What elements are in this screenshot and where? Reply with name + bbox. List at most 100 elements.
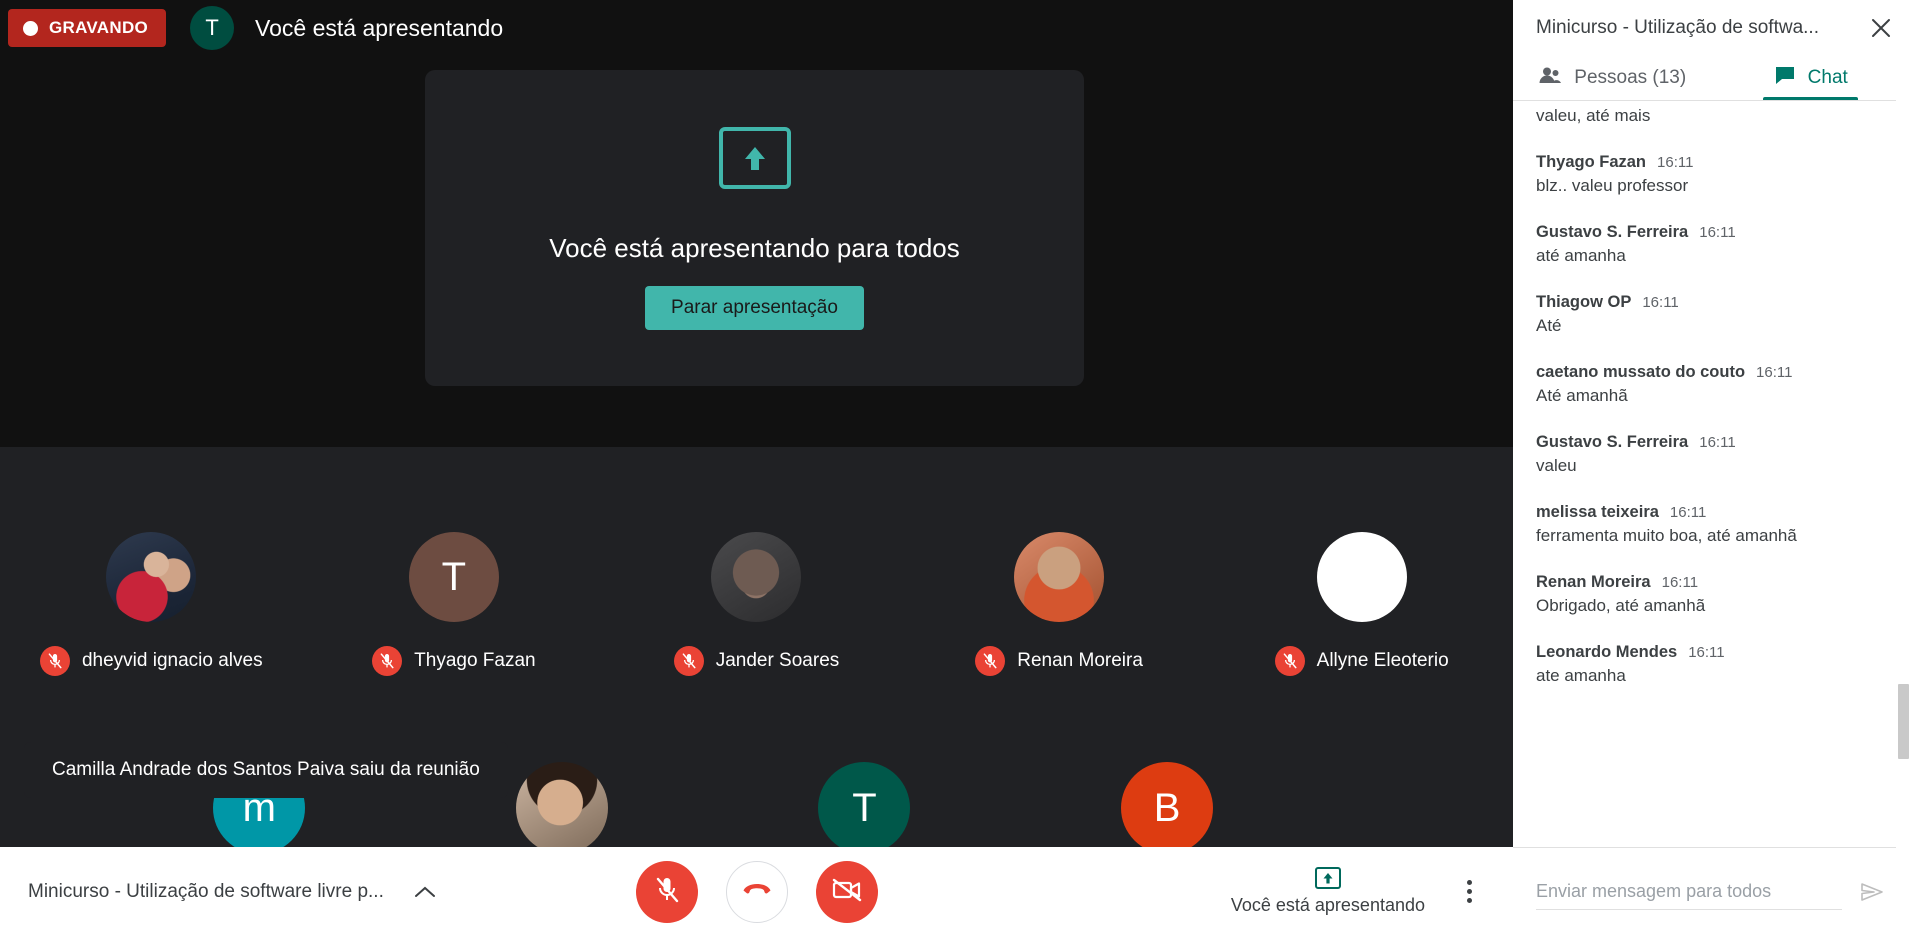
chat-message-header: Thyago Fazan 16:11	[1536, 153, 1888, 172]
chat-message-author: Gustavo S. Ferreira	[1536, 222, 1689, 241]
avatar: T	[190, 6, 235, 50]
chat-message: melissa teixeira 16:11 ferramenta muito bo…	[1536, 503, 1888, 548]
tab-chat[interactable]: Chat	[1712, 56, 1910, 100]
participant-name-row: dheyvid ignacio alves	[39, 646, 263, 676]
chat-message-author: caetano mussato do couto	[1536, 362, 1746, 381]
chat-message-header: caetano mussato do couto 16:11	[1536, 363, 1888, 382]
chat-input[interactable]	[1536, 874, 1842, 910]
participant-avatar: T	[818, 762, 911, 854]
participant-name: dheyvid ignacio alves	[81, 650, 263, 671]
participant-name-row: Thyago Fazan	[372, 646, 536, 676]
chat-message-time: 16:11	[1699, 433, 1736, 451]
meeting-app: GRAVANDO T Você está apresentando Você e…	[0, 0, 1910, 936]
hangup-icon	[742, 881, 772, 902]
chat-message-body: ferramenta muito boa, até amanhã	[1536, 525, 1797, 545]
close-icon[interactable]	[1862, 9, 1900, 47]
chat-message-time: 16:11	[1669, 503, 1707, 521]
chat-message: caetano mussato do couto 16:11 Até amanhã	[1536, 363, 1888, 408]
present-screen-icon	[718, 126, 791, 189]
chat-message-author: Thyago Fazan	[1536, 152, 1647, 171]
chat-message-header: Gustavo S. Ferreira 16:11	[1536, 223, 1888, 242]
chat-message-body: até amanha	[1536, 245, 1626, 265]
chevron-up-icon[interactable]	[410, 877, 440, 907]
chat-message-author: melissa teixeira	[1536, 502, 1659, 521]
stop-presenting-button[interactable]: Parar apresentação	[645, 285, 864, 330]
participant-name-row: Renan Moreira	[975, 646, 1143, 676]
chat-message-body: Obrigado, até amanhã	[1536, 595, 1706, 615]
chat-message-body: Até amanhã	[1536, 385, 1628, 405]
mic-off-button[interactable]	[635, 860, 698, 923]
meeting-name-group: Minicurso - Utilização de software livre…	[0, 877, 520, 907]
tab-people[interactable]: Pessoas (13)	[1513, 56, 1712, 100]
chat-message-list[interactable]: valeu, até mais Thyago Fazan 16:11 blz.. va…	[1513, 101, 1910, 847]
chat-message-header: Leonardo Mendes 16:11	[1536, 643, 1888, 662]
camera-off-icon	[831, 877, 863, 906]
chat-message-header: Renan Moreira 16:11	[1536, 573, 1888, 592]
hangup-button[interactable]	[725, 860, 788, 923]
presentation-headline: Você está apresentando para todos	[549, 232, 960, 263]
chat-message-header: Thiagow OP 16:11	[1536, 293, 1888, 312]
chat-message-time: 16:11	[1642, 293, 1679, 311]
chat-message-time: 16:11	[1699, 223, 1736, 241]
chat-message-time: 16:11	[1756, 363, 1793, 381]
presenting-status-label: Você está apresentando	[1230, 895, 1425, 915]
recording-indicator[interactable]: GRAVANDO	[8, 9, 167, 47]
participant-photo	[1014, 532, 1105, 622]
chat-message-time: 16:11	[1688, 643, 1725, 661]
camera-off-button[interactable]	[815, 860, 878, 923]
chat-message-body: ate amanha	[1536, 665, 1626, 685]
mic-off-icon	[372, 646, 403, 676]
toast-message: Camilla Andrade dos Santos Paiva saiu da…	[52, 759, 480, 780]
record-dot-icon	[23, 20, 38, 36]
panel-header: Minicurso - Utilização de softwa...	[1513, 0, 1910, 56]
panel-scrollbar[interactable]	[1896, 56, 1910, 851]
participant-name-row: Allyne Eleoterio	[1274, 646, 1449, 676]
presenting-status-button[interactable]: Você está apresentando	[1231, 867, 1425, 916]
participant-tile[interactable]: Jander Soares	[605, 532, 908, 676]
kebab-dot	[1466, 889, 1472, 894]
side-panel: Minicurso - Utilização de softwa... Pess…	[1513, 0, 1910, 936]
chat-message-author: Renan Moreira	[1536, 572, 1651, 591]
chat-message-body: valeu	[1536, 455, 1577, 475]
chat-message-body: blz.. valeu professor	[1536, 175, 1689, 195]
participant-name: Allyne Eleoterio	[1316, 650, 1449, 671]
participant-name-row: Jander Soares	[673, 646, 839, 676]
chat-message-author: Gustavo S. Ferreira	[1536, 432, 1689, 451]
participant-row-1: dheyvid ignacio alves T Thyago Fazan Jander…	[0, 532, 1513, 676]
participant-name: Renan Moreira	[1017, 650, 1143, 671]
top-bar: GRAVANDO T Você está apresentando	[0, 0, 1513, 56]
chat-message-body: Até	[1536, 315, 1562, 335]
tab-people-label: Pessoas (13)	[1574, 67, 1687, 88]
send-icon[interactable]	[1852, 872, 1892, 912]
chat-composer	[1513, 848, 1910, 936]
avatar-initial: T	[205, 15, 219, 40]
mic-off-icon	[1274, 646, 1305, 676]
chat-message-time: 16:11	[1657, 153, 1694, 171]
people-icon	[1538, 66, 1562, 90]
panel-scrollbar-thumb[interactable]	[1898, 684, 1909, 759]
participant-tile[interactable]: Renan Moreira	[908, 532, 1211, 676]
chat-message: Thyago Fazan 16:11 blz.. valeu professor	[1536, 153, 1888, 198]
toast-notification: Camilla Andrade dos Santos Paiva saiu da…	[24, 742, 508, 798]
participant-photo	[515, 762, 608, 854]
present-screen-small-icon	[1314, 867, 1341, 889]
panel-tabs: Pessoas (13) Chat	[1513, 56, 1910, 101]
chat-message-body: valeu, até mais	[1536, 106, 1651, 125]
chat-message: Gustavo S. Ferreira 16:11 até amanha	[1536, 223, 1888, 268]
panel-title: Minicurso - Utilização de softwa...	[1536, 17, 1819, 38]
chat-message-time: 16:11	[1661, 573, 1699, 591]
chat-message: Gustavo S. Ferreira 16:11 valeu	[1536, 433, 1888, 478]
chat-message: Thiagow OP 16:11 Até	[1536, 293, 1888, 338]
participant-tile[interactable]: dheyvid ignacio alves	[0, 532, 303, 676]
more-vertical-icon[interactable]	[1451, 874, 1487, 910]
participant-tile[interactable]: Allyne Eleoterio	[1210, 532, 1513, 676]
participant-tile[interactable]: T	[713, 762, 1016, 854]
participant-avatar	[1316, 532, 1407, 622]
chat-message: valeu, até mais	[1536, 105, 1888, 128]
kebab-dot	[1466, 898, 1472, 903]
participant-photo	[711, 532, 802, 622]
participant-tile[interactable]: B	[1016, 762, 1319, 854]
participant-tile[interactable]: T Thyago Fazan	[303, 532, 606, 676]
chat-message: Leonardo Mendes 16:11 ate amanha	[1536, 643, 1888, 688]
tab-chat-label: Chat	[1807, 67, 1848, 88]
